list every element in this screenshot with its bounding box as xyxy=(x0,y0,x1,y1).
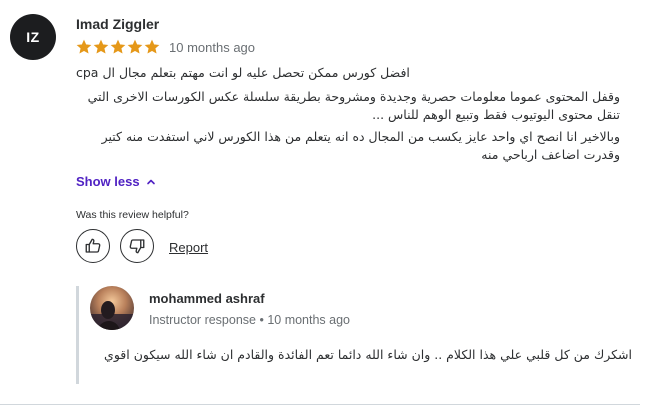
star-icon xyxy=(93,39,109,54)
instructor-name: mohammed ashraf xyxy=(149,291,265,306)
helpful-question: Was this review helpful? xyxy=(76,209,189,221)
star-icon xyxy=(76,39,92,54)
star-icon xyxy=(144,39,160,54)
thumbs-up-icon xyxy=(85,238,101,253)
chevron-up-icon xyxy=(146,179,155,184)
bottom-divider xyxy=(0,404,640,405)
review-paragraph-3: وبالاخير انا انصح اي واحد عايز يكسب من ا… xyxy=(101,129,620,162)
thumbs-down-button[interactable] xyxy=(120,229,154,263)
review-paragraph-2: وقفل المحتوى عموما معلومات حصرية وجديدة … xyxy=(87,89,620,122)
instructor-reply-text: اشكرك من كل قلبي علي هذا الكلام .. وان ش… xyxy=(104,347,632,362)
response-divider-bar xyxy=(76,286,79,384)
report-link[interactable]: Report xyxy=(169,240,208,255)
star-icon xyxy=(127,39,143,54)
review-paragraph-1: افضل كورس ممكن تحصل عليه لو انت مهتم بتع… xyxy=(76,65,410,80)
reviewer-avatar: IZ xyxy=(10,14,56,60)
thumbs-down-icon xyxy=(129,239,145,254)
review-time: 10 months ago xyxy=(169,39,256,55)
thumbs-up-button[interactable] xyxy=(76,229,110,263)
star-icon xyxy=(110,39,126,54)
avatar-initials: IZ xyxy=(26,29,40,45)
rating-row: 10 months ago xyxy=(76,38,255,56)
instructor-response-meta: Instructor response • 10 months ago xyxy=(149,313,351,327)
instructor-photo xyxy=(90,286,134,330)
show-less-button[interactable]: Show less xyxy=(76,174,156,189)
reviewer-name: Imad Ziggler xyxy=(76,16,160,32)
show-less-label: Show less xyxy=(76,174,140,189)
instructor-avatar xyxy=(90,286,134,330)
star-rating xyxy=(76,39,160,55)
